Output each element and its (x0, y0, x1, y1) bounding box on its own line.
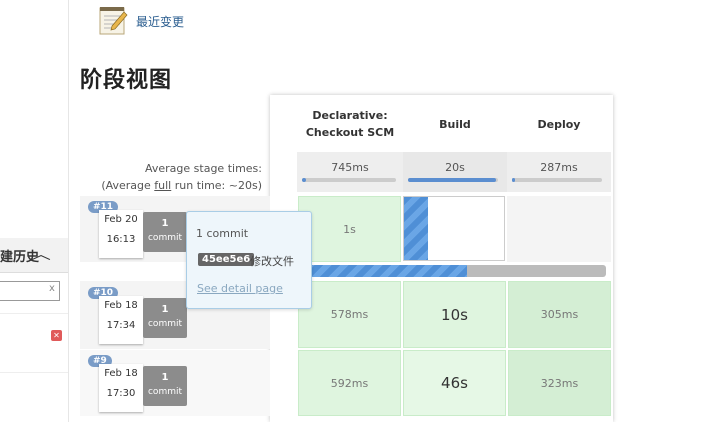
run-progress-bar: 9s (298, 265, 606, 277)
average-stage-times-label: Average stage times: (Average full run t… (100, 160, 262, 194)
page-title: 阶段视图 (80, 68, 173, 93)
stage-header-checkout: Declarative: Checkout SCM (297, 96, 403, 152)
divider (0, 313, 68, 314)
stage-header-build: Build (403, 96, 507, 152)
stage-header-deploy: Deploy (507, 96, 611, 152)
stage-duration: 1s (343, 222, 356, 236)
avg-bar-track (512, 178, 602, 182)
recent-changes-link[interactable]: 最近变更 (136, 13, 184, 30)
avg-bar-fill (512, 178, 515, 182)
commit-count: 1 (161, 304, 169, 315)
stage-cell[interactable]: 305ms (508, 281, 611, 348)
stage-cell[interactable]: 323ms (508, 350, 611, 416)
avg-label-line1: Average stage times: (145, 162, 262, 175)
see-detail-link[interactable]: See detail page (197, 282, 283, 295)
running-indicator (404, 197, 428, 260)
build-date: Feb 20 16:13 (99, 210, 143, 258)
stage-duration: 10s (441, 305, 468, 324)
date: Feb 20 (104, 214, 138, 225)
stage-duration: 578ms (330, 308, 369, 321)
stage-name: Build (439, 117, 471, 131)
delete-icon[interactable]: ✕ (51, 330, 62, 341)
sidebar (0, 0, 69, 422)
commit-label: commit (147, 319, 183, 329)
stage-cell[interactable]: 578ms (298, 281, 401, 348)
avg-time: 745ms (331, 161, 369, 174)
time: 17:34 (106, 320, 136, 331)
chevron-up-icon[interactable]: ︿ (31, 244, 51, 264)
divider (0, 372, 68, 373)
build-date: Feb 18 17:30 (99, 364, 143, 412)
commit-count: 1 (161, 372, 169, 383)
time: 16:13 (106, 234, 136, 245)
stage-duration: 46s (441, 374, 468, 392)
stage-cell[interactable]: 1s (298, 196, 401, 262)
stage-name: Declarative: (312, 109, 388, 122)
avg-time: 287ms (540, 161, 578, 174)
stage-cell-pending (507, 196, 611, 262)
clear-filter-icon[interactable]: x (49, 283, 55, 294)
stage-duration: 323ms (540, 376, 579, 390)
notepad-icon[interactable] (96, 4, 128, 36)
stage-cell[interactable]: 10s (403, 281, 506, 348)
stage-name: Checkout SCM (305, 126, 395, 139)
commit-label: commit (147, 233, 183, 243)
tooltip-title: 1 commit (196, 227, 249, 240)
commit-hash[interactable]: 45ee5e6 (198, 253, 255, 266)
avg-label-prefix: (Average (101, 179, 155, 192)
date: Feb 18 (104, 368, 138, 379)
run-progress-fill (298, 265, 467, 277)
stage-duration: 592ms (330, 376, 369, 390)
commit-button[interactable]: 1 commit (143, 298, 187, 338)
stage-name: Deploy (537, 117, 581, 131)
stage-cell[interactable]: 592ms (298, 350, 401, 416)
stage-duration: 305ms (540, 308, 579, 321)
commit-button[interactable]: 1 commit (143, 212, 187, 252)
avg-label-suffix: run time: ~20s) (171, 179, 262, 192)
full-run-link[interactable]: full (154, 179, 171, 192)
commit-count: 1 (161, 218, 169, 229)
avg-time: 20s (445, 161, 465, 174)
date: Feb 18 (104, 300, 138, 311)
avg-bar-fill (302, 178, 306, 182)
build-date: Feb 18 17:34 (99, 296, 143, 344)
commit-button[interactable]: 1 commit (143, 366, 187, 406)
commit-message: 修改文件 (250, 255, 294, 268)
avg-bar-fill (408, 178, 496, 182)
stage-cell[interactable]: 46s (403, 350, 506, 416)
avg-bar-track (302, 178, 396, 182)
time: 17:30 (106, 388, 136, 399)
commit-label: commit (147, 387, 183, 397)
